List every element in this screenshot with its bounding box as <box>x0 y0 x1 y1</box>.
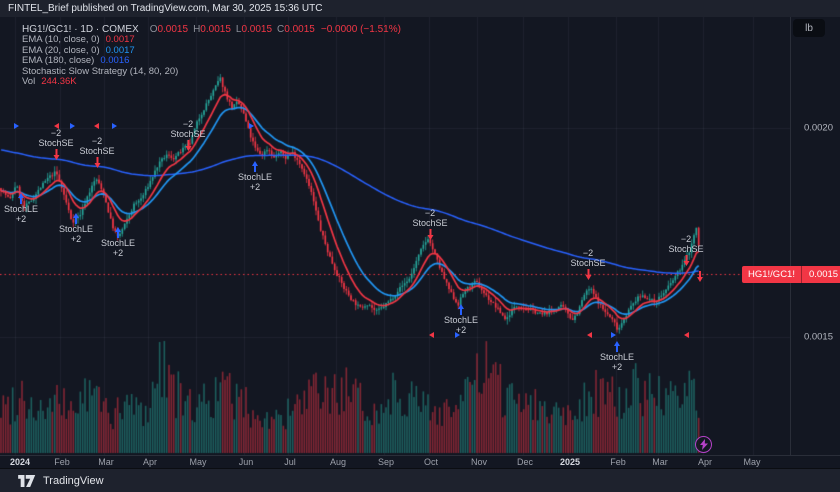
stoch-se-annotation: −2 StochSE <box>170 119 206 151</box>
time-axis-label: Jun <box>238 457 254 467</box>
stoch-se-annotation: −2 StochSE <box>38 128 74 160</box>
signal-marker-right <box>112 123 117 129</box>
sell-arrow-icon <box>668 255 703 266</box>
sell-arrow-icon <box>570 269 605 280</box>
change-value: −0.0000 (−1.51%) <box>320 24 401 35</box>
time-axis-label: Mar <box>98 457 114 467</box>
tradingview-snapshot: FINTEL_Brief published on TradingView.co… <box>0 0 840 492</box>
price-axis[interactable]: 0.0020 0.0015 <box>790 17 840 455</box>
legend-indicator-row[interactable]: Stochastic Slow Strategy (14, 80, 20) <box>22 65 401 78</box>
stoch-se-annotation: −2 StochSE <box>412 208 448 240</box>
sell-arrow-icon <box>79 157 114 168</box>
time-axis-label: May <box>743 457 761 467</box>
signal-arrow <box>697 270 703 282</box>
stoch-se-annotation: −2 StochSE <box>570 248 606 280</box>
price-tick-label: 0.0020 <box>803 122 833 134</box>
legend-indicator-row[interactable]: Vol 244.36K <box>22 77 401 88</box>
sell-arrow-icon <box>38 149 73 160</box>
signal-marker-left <box>684 332 689 338</box>
signal-marker-right <box>14 123 19 129</box>
sell-arrow-icon <box>697 271 703 282</box>
tradingview-logo-icon[interactable] <box>18 474 36 487</box>
indicator-legend: EMA (10, close, 0) 0.0017 EMA (20, close, … <box>22 34 401 88</box>
signal-marker-left <box>54 123 59 129</box>
chart-legend: HG1!/GC1! · 1D · COMEX O0.0015 H0.0015 L0.0… <box>22 24 401 88</box>
publish-bar: FINTEL_Brief published on TradingView.co… <box>0 0 840 17</box>
buy-arrow-icon <box>59 213 93 224</box>
ohlc-values: O0.0015 H0.0015 L0.0015 C0.0015 −0.0000 (−1.… <box>149 24 401 35</box>
time-axis-label: Jul <box>284 457 296 467</box>
time-axis-label: Dec <box>516 457 534 467</box>
stoch-le-annotation: StochLE +2 <box>444 303 478 335</box>
stoch-le-annotation: StochLE +2 <box>59 212 93 244</box>
stoch-le-annotation: StochLE +2 <box>238 160 272 192</box>
stoch-le-annotation: StochLE +2 <box>101 226 135 258</box>
time-axis-label: Aug <box>329 457 347 467</box>
buy-arrow-icon <box>101 227 135 238</box>
indicator-value: 0.0017 <box>105 34 135 45</box>
time-axis-label: Apr <box>697 457 713 467</box>
stoch-le-annotation: StochLE +2 <box>600 340 634 372</box>
time-axis-label: 2025 <box>559 457 581 467</box>
time-axis-label: Sep <box>377 457 395 467</box>
indicator-value: 0.0016 <box>100 55 130 67</box>
tradingview-brand-link[interactable]: TradingView <box>43 475 104 487</box>
unit-pill[interactable]: lb <box>793 19 825 37</box>
indicator-name: Stochastic Slow Strategy (14, 80, 20) <box>22 65 179 77</box>
stoch-se-annotation: −2 StochSE <box>668 234 704 266</box>
buy-arrow-icon <box>444 304 478 315</box>
buy-arrow-icon <box>4 193 38 204</box>
time-axis-label: Feb <box>54 457 70 467</box>
stoch-se-annotation: −2 StochSE <box>79 136 115 168</box>
reaction-lightning-button[interactable] <box>695 436 712 453</box>
price-tick-label: 0.0015 <box>803 331 833 343</box>
signal-marker-right <box>611 332 616 338</box>
time-axis-label: Oct <box>423 457 439 467</box>
time-axis-label: Feb <box>610 457 626 467</box>
time-axis-label: Mar <box>652 457 668 467</box>
time-axis[interactable]: 2024 Feb Mar Apr May Jun Jul Aug Sep Oct Nov Dec 202… <box>0 455 840 468</box>
signal-marker-right <box>455 332 460 338</box>
last-price-tag: HG1!/GC1! 0.0015 <box>742 266 840 283</box>
signal-marker-left <box>94 123 99 129</box>
lightning-icon <box>699 439 708 450</box>
time-axis-label: Nov <box>470 457 488 467</box>
publish-text: FINTEL_Brief published on TradingView.co… <box>8 3 323 14</box>
signal-marker-right <box>249 123 254 129</box>
indicator-name: EMA (180, close) <box>22 55 95 67</box>
indicator-name: EMA (10, close, 0) <box>22 34 100 45</box>
footer-bar: TradingView <box>0 468 840 492</box>
time-axis-label: Apr <box>142 457 158 467</box>
stoch-le-annotation: StochLE +2 <box>4 192 38 224</box>
unit-label: lb <box>805 22 813 34</box>
sell-arrow-icon <box>170 140 205 151</box>
buy-arrow-icon <box>238 161 272 172</box>
indicator-value: 0.0017 <box>105 44 135 56</box>
price-tag-symbol: HG1!/GC1! <box>748 269 795 280</box>
time-axis-label: May <box>189 457 207 467</box>
signal-marker-left <box>587 332 592 338</box>
sell-arrow-icon <box>412 229 447 240</box>
indicator-name: EMA (20, close, 0) <box>22 44 100 56</box>
signal-marker-left <box>429 332 434 338</box>
indicator-value: 244.36K <box>41 76 77 88</box>
signal-marker-right <box>70 123 75 129</box>
chart-area: HG1!/GC1! · 1D · COMEX O0.0015 H0.0015 L0.0… <box>0 17 840 455</box>
buy-arrow-icon <box>600 341 634 352</box>
time-axis-label: 2024 <box>9 457 31 467</box>
indicator-name: Vol <box>22 76 36 88</box>
price-tag-value: 0.0015 <box>801 266 840 283</box>
